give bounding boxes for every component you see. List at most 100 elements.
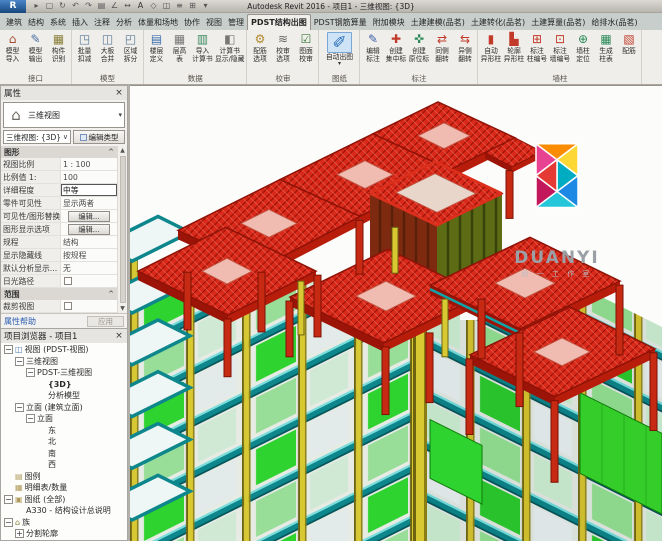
property-value[interactable]: 1 : 100 xyxy=(61,158,117,170)
property-value[interactable]: 按规程 xyxy=(61,249,117,261)
ribbon-tab-6[interactable]: 分析 xyxy=(113,15,135,30)
import-calcbook-button[interactable]: ▥ 导入 计算书 xyxy=(191,31,214,73)
redo-icon[interactable]: ↷ xyxy=(83,0,94,12)
tree-item[interactable]: − 三维视图 xyxy=(1,356,127,368)
edit-type-button[interactable]: 编辑类型 xyxy=(73,130,125,144)
tree-item[interactable]: 西 xyxy=(1,459,127,471)
tree-expander[interactable]: − xyxy=(4,345,13,355)
rebar-options-button[interactable]: ⚙ 配筋 选项 xyxy=(248,31,271,73)
tag-column-number-button[interactable]: ⊞ 标注 柱编号 xyxy=(525,31,548,73)
opposite-side-flip-button[interactable]: ⇆ 异侧 翻转 xyxy=(453,31,476,73)
tree-expander[interactable]: − xyxy=(26,368,35,378)
checkbox[interactable] xyxy=(64,277,72,285)
aligned-dim-icon[interactable]: ↔ xyxy=(122,0,133,12)
tree-expander[interactable]: − xyxy=(4,494,13,504)
tree-item[interactable]: 分析模型 xyxy=(1,390,127,402)
edit-button[interactable]: 编辑... xyxy=(68,223,110,235)
tree-item[interactable]: − ◫ 视图 (PDST-视图) xyxy=(1,344,127,356)
property-value[interactable]: 显示两者 xyxy=(61,197,117,209)
properties-scrollbar[interactable]: ▲ ▼ xyxy=(117,146,127,313)
floor-height-table-button[interactable]: ▦ 层高表 xyxy=(168,31,191,73)
thin-lines-icon[interactable]: ≡ xyxy=(174,0,185,12)
edit-annotation-button[interactable]: ✎ 编辑 标注 xyxy=(361,31,384,73)
review-options-button[interactable]: ≋ 校审 选项 xyxy=(271,31,294,73)
section-header[interactable]: 范围 ^ xyxy=(1,288,117,300)
property-value[interactable]: 100 xyxy=(61,171,117,183)
measure-icon[interactable]: ∠ xyxy=(109,0,120,12)
sheet-review-button[interactable]: ☑ 图面 校审 xyxy=(294,31,317,73)
calcbook-toggle-button[interactable]: ◧ 计算书 显示/隐藏 xyxy=(214,31,245,73)
tree-item[interactable]: − PDST-三维视图 xyxy=(1,367,127,379)
auto-special-column-button[interactable]: ▮ 自动 异形柱 xyxy=(479,31,502,73)
tree-item[interactable]: − ▣ 图纸 (全部) xyxy=(1,494,127,506)
switch-windows-icon[interactable]: ⊞ xyxy=(187,0,198,12)
slab-merge-button[interactable]: ◫ 大板 合并 xyxy=(96,31,119,73)
close-icon[interactable]: × xyxy=(114,331,124,341)
tree-item[interactable]: − ⌂ 族 xyxy=(1,517,127,529)
revit-application-button[interactable]: R xyxy=(0,0,26,13)
property-value[interactable]: 编辑... xyxy=(61,210,117,222)
ribbon-tab-7[interactable]: 体量和场地 xyxy=(135,15,181,30)
tree-item[interactable]: +场地 xyxy=(1,540,127,541)
section-header[interactable]: 图形 ^ xyxy=(1,146,117,158)
tree-expander[interactable]: − xyxy=(4,517,13,527)
tag-wall-number-button[interactable]: ⊡ 标注 墙编号 xyxy=(548,31,571,73)
ribbon-tab-15[interactable]: 土建转化(品茗) xyxy=(468,15,528,30)
ribbon-tab-12[interactable]: PDST钢筋算量 xyxy=(311,15,370,30)
ribbon-tab-10[interactable]: 管理 xyxy=(225,15,247,30)
tree-item[interactable]: ▦ 明细表/数量 xyxy=(1,482,127,494)
tree-item[interactable]: ▤ 图例 xyxy=(1,471,127,483)
tree-item[interactable]: − 立面 (建筑立面) xyxy=(1,402,127,414)
tree-expander[interactable]: − xyxy=(26,414,35,424)
edit-button[interactable]: 编辑... xyxy=(68,210,110,222)
property-value[interactable] xyxy=(61,275,117,287)
tree-item[interactable]: 北 xyxy=(1,436,127,448)
ribbon-tab-16[interactable]: 土建算量(品茗) xyxy=(528,15,588,30)
properties-help-link[interactable]: 属性帮助 xyxy=(4,316,36,327)
region-split-button[interactable]: ◰ 区域 拆分 xyxy=(119,31,142,73)
ribbon-tab-9[interactable]: 视图 xyxy=(203,15,225,30)
outline-special-column-button[interactable]: ▙ 轮廓 异形柱 xyxy=(502,31,525,73)
print-icon[interactable]: ▤ xyxy=(96,0,107,12)
tree-item[interactable]: − 立面 xyxy=(1,413,127,425)
property-value[interactable]: 无 xyxy=(61,262,117,274)
drawing-area[interactable]: DUANYI 段 一 工 作 室 xyxy=(130,85,662,541)
ribbon-tab-17[interactable]: 给排水(品茗) xyxy=(588,15,640,30)
view-filter-combo[interactable]: 三维视图: {3D} ∨ xyxy=(3,130,71,144)
scroll-up-icon[interactable]: ▲ xyxy=(120,146,125,155)
collapse-icon[interactable]: ^ xyxy=(108,290,114,298)
floor-define-button[interactable]: ▤ 楼层 定义 xyxy=(145,31,168,73)
scroll-thumb[interactable] xyxy=(119,156,126,303)
create-center-tag-button[interactable]: ✚ 创建 集中标 xyxy=(384,31,407,73)
collapse-icon[interactable]: ^ xyxy=(108,148,114,156)
tree-expander[interactable]: + xyxy=(15,529,24,539)
close-icon[interactable]: × xyxy=(114,88,124,98)
open-icon[interactable]: ▸ xyxy=(31,0,42,12)
ribbon-tab-13[interactable]: 附加模块 xyxy=(370,15,408,30)
ribbon-tab-8[interactable]: 协作 xyxy=(181,15,203,30)
tree-expander[interactable]: − xyxy=(15,356,24,366)
save-icon[interactable]: ▢ xyxy=(44,0,55,12)
model-import-button[interactable]: ⌂ 模型 导入 xyxy=(1,31,24,73)
tree-item[interactable]: + 分割轮廓 xyxy=(1,528,127,540)
batch-deduct-button[interactable]: ◳ 批量 扣减 xyxy=(73,31,96,73)
generate-column-table-button[interactable]: ▦ 生成 柱表 xyxy=(594,31,617,73)
apply-button[interactable]: 应用 xyxy=(87,315,124,327)
ribbon-tab-2[interactable]: 结构 xyxy=(25,15,47,30)
ribbon-tab-5[interactable]: 注释 xyxy=(91,15,113,30)
tree-expander[interactable]: − xyxy=(15,402,24,412)
property-value[interactable]: 中等 xyxy=(61,184,117,196)
tree-item[interactable]: 南 xyxy=(1,448,127,460)
rebar-detail-button[interactable]: ▧ 配筋 xyxy=(617,31,640,73)
text-icon[interactable]: A xyxy=(135,0,146,12)
same-side-flip-button[interactable]: ⇄ 同侧 翻转 xyxy=(430,31,453,73)
undo-icon[interactable]: ↶ xyxy=(70,0,81,12)
checkbox[interactable] xyxy=(64,302,72,310)
sync-icon[interactable]: ↻ xyxy=(57,0,68,12)
ribbon-tab-14[interactable]: 土建建模(品茗) xyxy=(408,15,468,30)
section-icon[interactable]: ◫ xyxy=(161,0,172,12)
model-export-button[interactable]: ✎ 模型 输出 xyxy=(24,31,47,73)
tree-item[interactable]: A330 - 结构设计总说明 xyxy=(1,505,127,517)
tree-item[interactable]: {3D} xyxy=(1,379,127,391)
property-value[interactable]: 结构 xyxy=(61,236,117,248)
